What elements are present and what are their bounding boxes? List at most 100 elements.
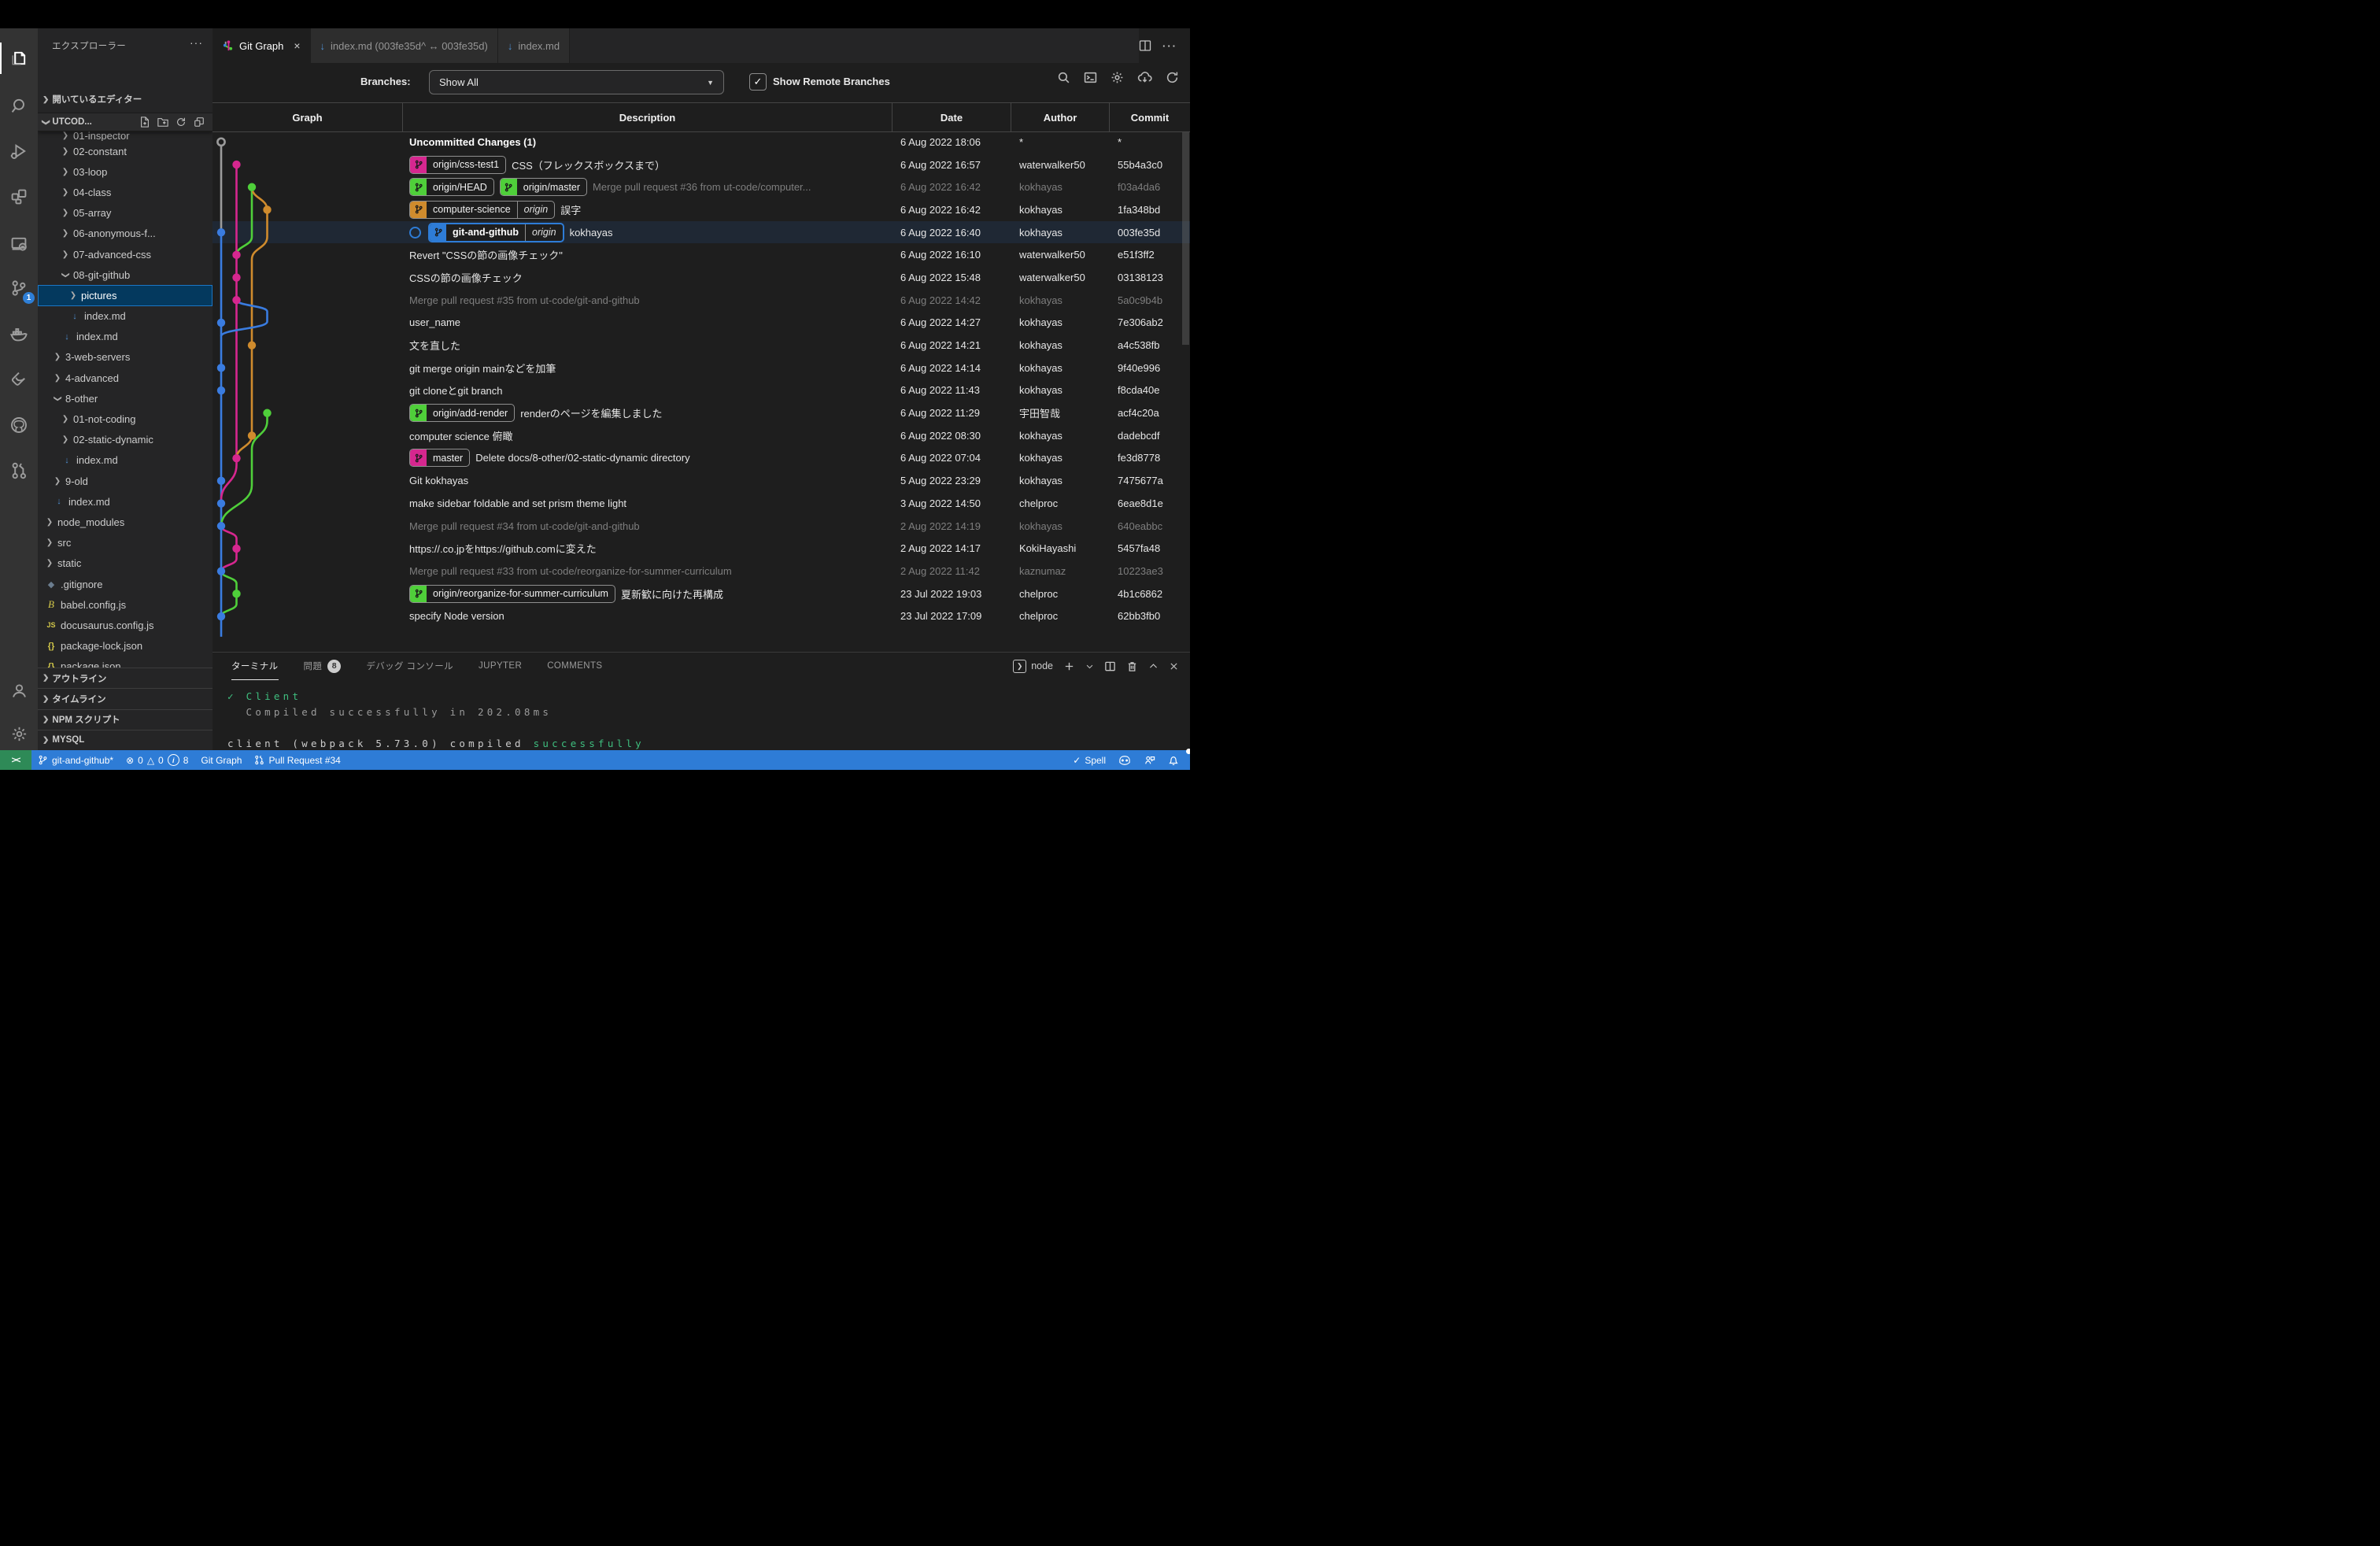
activity-bar-item-source-control[interactable]: 1 xyxy=(0,269,38,307)
shell-selector[interactable]: ❯ node xyxy=(1013,660,1053,673)
terminal-icon[interactable] xyxy=(1084,71,1097,84)
commit-dot-20[interactable] xyxy=(217,567,225,575)
panel-tab-0[interactable]: ターミナル xyxy=(231,653,279,680)
tree-item-04-class[interactable]: ❯04-class xyxy=(38,182,213,202)
search-icon[interactable] xyxy=(1057,71,1070,84)
activity-bar-item-run-debug[interactable] xyxy=(0,132,38,170)
chevron-down-icon[interactable] xyxy=(1085,662,1094,671)
column-header-description[interactable]: Description xyxy=(403,103,893,131)
commit-dot-1[interactable] xyxy=(217,139,224,146)
activity-bar-item-remote-explorer[interactable] xyxy=(0,225,38,263)
tree-item-index-md[interactable]: ↓index.md xyxy=(38,450,213,471)
activity-bar-item-github[interactable] xyxy=(0,406,38,444)
sidebar-section-2[interactable]: ❯NPM スクリプト xyxy=(38,709,213,730)
branches-dropdown[interactable]: Show All ▼ xyxy=(429,70,724,94)
problems-status-item[interactable]: ⊗0 △0 i8 xyxy=(120,750,194,770)
feedback-status-item[interactable] xyxy=(1137,750,1162,770)
commit-dot-5[interactable] xyxy=(217,228,225,236)
commit-dot-9[interactable] xyxy=(217,319,225,327)
tree-item-08-git-github[interactable]: ❯08-git-github xyxy=(38,264,213,285)
project-section-header[interactable]: ❯ UTCOD... xyxy=(38,113,213,131)
new-file-icon[interactable] xyxy=(139,117,150,128)
activity-bar-item-extensions[interactable] xyxy=(0,178,38,216)
remote-indicator[interactable]: >< xyxy=(0,750,31,770)
close-panel-icon[interactable] xyxy=(1169,661,1179,671)
commit-dot-19[interactable] xyxy=(232,545,240,553)
branch-label-origin-add-render[interactable]: origin/add-render xyxy=(409,404,515,422)
tree-item-docusaurus-config-js[interactable]: JSdocusaurus.config.js xyxy=(38,615,213,635)
refresh-icon[interactable] xyxy=(176,117,187,128)
tree-item-package-lock-json[interactable]: {}package-lock.json xyxy=(38,636,213,656)
commit-dot-17[interactable] xyxy=(217,499,225,507)
commit-dot-15[interactable] xyxy=(232,454,240,462)
branch-label-origin-reorganize-for-summer-curriculum[interactable]: origin/reorganize-for-summer-curriculum xyxy=(409,585,615,603)
column-header-commit[interactable]: Commit xyxy=(1110,103,1190,131)
commit-dot-4[interactable] xyxy=(263,205,271,213)
copilot-status-item[interactable] xyxy=(1112,750,1137,770)
commit-dot-11[interactable] xyxy=(217,364,225,372)
panel-tab-1[interactable]: 問題8 xyxy=(304,653,342,679)
commit-dot-13[interactable] xyxy=(263,409,271,417)
tree-item-03-loop[interactable]: ❯03-loop xyxy=(38,161,213,182)
commit-dot-16[interactable] xyxy=(217,477,225,485)
commit-dot-21[interactable] xyxy=(232,590,240,597)
branch-label-computer-science[interactable]: computer-scienceorigin xyxy=(409,201,555,219)
activity-bar-item-pull-request[interactable] xyxy=(0,452,38,490)
tree-item-pictures[interactable]: ❯pictures xyxy=(38,285,213,305)
activity-bar-item-gitlens[interactable] xyxy=(0,361,38,398)
branch-label-origin-master[interactable]: origin/master xyxy=(500,178,587,196)
commit-dot-10[interactable] xyxy=(248,341,256,349)
kill-terminal-icon[interactable] xyxy=(1126,660,1138,672)
activity-bar-item-docker[interactable] xyxy=(0,315,38,353)
refresh-icon[interactable] xyxy=(1166,71,1179,84)
open-editors-section[interactable]: ❯ 開いているエディター xyxy=(38,90,213,109)
tree-item-02-static-dynamic[interactable]: ❯02-static-dynamic xyxy=(38,430,213,450)
editor-tab-0[interactable]: Git Graph× xyxy=(213,28,311,63)
tree-item-index-md[interactable]: ↓index.md xyxy=(38,306,213,327)
tree-item-src[interactable]: ❯src xyxy=(38,533,213,553)
tree-item-babel-config-js[interactable]: Bbabel.config.js xyxy=(38,594,213,615)
tree-item-4-advanced[interactable]: ❯4-advanced xyxy=(38,368,213,388)
panel-tab-2[interactable]: デバッグ コンソール xyxy=(366,653,453,679)
tree-item-8-other[interactable]: ❯8-other xyxy=(38,388,213,409)
tree-item-static[interactable]: ❯static xyxy=(38,553,213,574)
sidebar-section-1[interactable]: ❯タイムライン xyxy=(38,688,213,708)
branch-status-item[interactable]: git-and-github* xyxy=(31,750,120,770)
commit-dot-8[interactable] xyxy=(232,296,240,304)
new-folder-icon[interactable] xyxy=(157,117,168,128)
git-graph-status-item[interactable]: Git Graph xyxy=(194,750,248,770)
collapse-all-icon[interactable] xyxy=(194,117,205,128)
activity-bar-item-search[interactable] xyxy=(0,87,38,124)
split-terminal-icon[interactable] xyxy=(1104,660,1116,672)
tree-item-index-md[interactable]: ↓index.md xyxy=(38,491,213,512)
activity-bar-item-account[interactable] xyxy=(0,671,38,709)
panel-tab-3[interactable]: JUPYTER xyxy=(479,653,522,679)
sidebar-section-0[interactable]: ❯アウトライン xyxy=(38,668,213,688)
tree-item-3-web-servers[interactable]: ❯3-web-servers xyxy=(38,347,213,368)
tree-item--gitignore[interactable]: ◆.gitignore xyxy=(38,574,213,594)
maximize-panel-icon[interactable] xyxy=(1148,661,1159,671)
commit-dot-3[interactable] xyxy=(248,183,256,191)
commit-dot-22[interactable] xyxy=(217,612,225,620)
tree-item-9-old[interactable]: ❯9-old xyxy=(38,471,213,491)
settings-gear-icon[interactable] xyxy=(1111,71,1124,84)
commit-dot-7[interactable] xyxy=(232,273,240,281)
tree-item-01-not-coding[interactable]: ❯01-not-coding xyxy=(38,409,213,429)
tree-item-02-constant[interactable]: ❯02-constant xyxy=(38,141,213,161)
new-terminal-icon[interactable] xyxy=(1063,660,1075,672)
column-header-author[interactable]: Author xyxy=(1011,103,1110,131)
cloud-download-icon[interactable] xyxy=(1137,71,1152,84)
more-actions-icon[interactable]: ··· xyxy=(1162,40,1177,52)
tree-item-index-md[interactable]: ↓index.md xyxy=(38,327,213,347)
editor-tab-1[interactable]: ↓index.md (003fe35d^ ↔ 003fe35d) xyxy=(311,28,498,63)
tree-item-07-advanced-css[interactable]: ❯07-advanced-css xyxy=(38,244,213,264)
sidebar-section-3[interactable]: ❯MYSQL xyxy=(38,730,213,750)
commit-dot-14[interactable] xyxy=(248,431,256,439)
panel-tab-4[interactable]: COMMENTS xyxy=(547,653,602,679)
commit-dot-18[interactable] xyxy=(217,522,225,530)
commit-dot-2[interactable] xyxy=(232,161,240,168)
tree-item-01-inspector[interactable]: ❯01-inspector xyxy=(38,131,213,141)
editor-tab-2[interactable]: ↓index.md xyxy=(498,28,570,63)
branch-label-git-and-github[interactable]: git-and-githuborigin xyxy=(428,223,564,242)
spell-checker-status-item[interactable]: ✓ Spell xyxy=(1066,750,1112,770)
